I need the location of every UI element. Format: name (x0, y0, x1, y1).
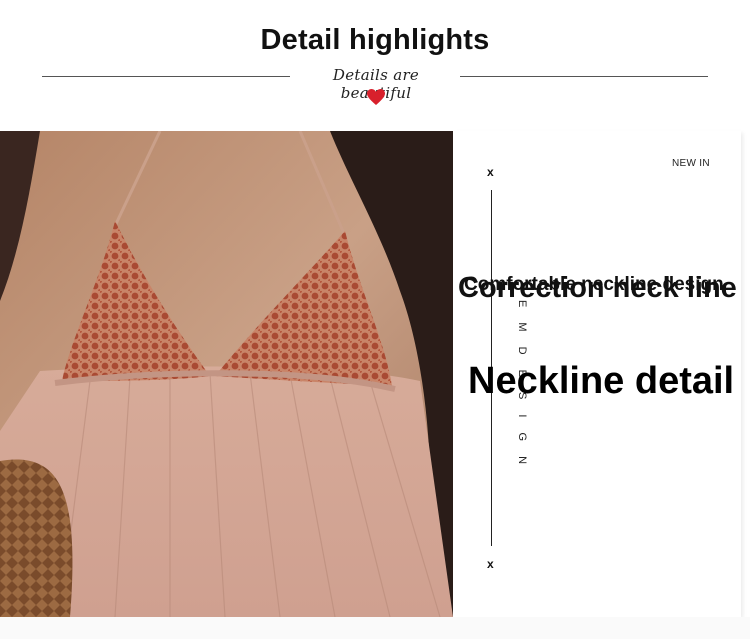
page-title: Detail highlights (260, 24, 490, 56)
divider-right (460, 76, 708, 77)
x-mark-bottom: x (487, 557, 494, 571)
product-photo (0, 131, 453, 617)
new-in-label: NEW IN (672, 158, 710, 169)
headline-front: Comfortable neckline design (464, 274, 724, 295)
bottom-strip (0, 617, 750, 639)
product-photo-illustration (0, 131, 453, 617)
x-mark-top: x (487, 165, 494, 179)
heart-icon (367, 89, 385, 105)
header: Detail highlights Details are beautiful (0, 0, 750, 130)
main-heading: Neckline detail (468, 360, 735, 402)
divider-left (42, 76, 290, 77)
